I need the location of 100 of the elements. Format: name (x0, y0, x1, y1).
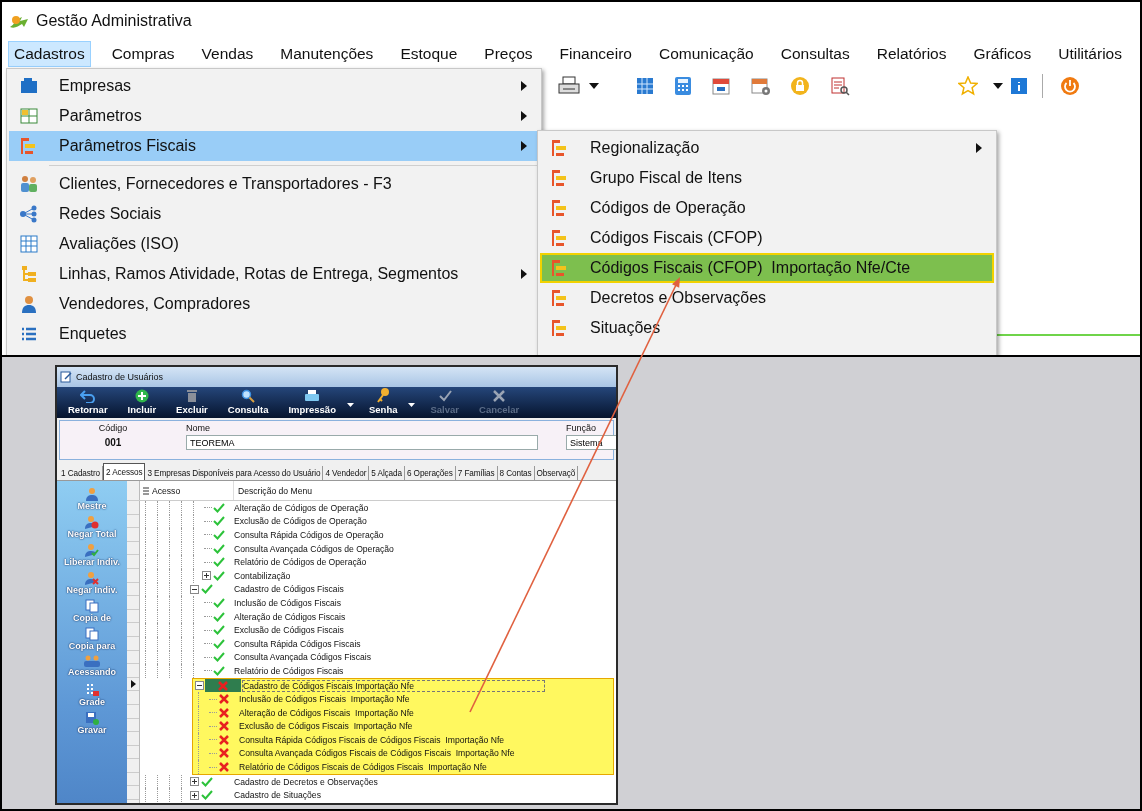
menu-description: Consulta Rápida Códigos Fiscais (234, 638, 361, 649)
cross-icon (219, 694, 229, 705)
search-icon (241, 389, 256, 403)
calendar-icon (711, 76, 731, 96)
tab[interactable]: 6 Operações (405, 466, 456, 480)
menu-description: Inclusão de Códigos Fiscais Importação Nfe (239, 694, 410, 705)
menu-bar-item[interactable]: Cadastros (8, 41, 91, 67)
caret-icon[interactable] (408, 403, 416, 407)
plus-icon (134, 389, 149, 403)
menu-item[interactable]: Avaliações (ISO) (9, 229, 539, 259)
caret-icon[interactable] (346, 403, 354, 407)
field-label: Código (98, 423, 128, 433)
person-icon (19, 294, 39, 314)
calendar-gear-icon (750, 76, 772, 96)
trash-icon (184, 389, 199, 403)
menu-description: Consulta Avançada Códigos de Operação (234, 543, 394, 554)
tab[interactable]: 7 Famílias (455, 466, 498, 480)
menu-item[interactable]: Códigos Fiscais (CFOP) Importação Nfe/Cte (540, 253, 994, 283)
window-title: Gestão Administrativa (36, 12, 192, 30)
menu-description: Cadastro de Códigos Fiscais Importação Nfe (243, 680, 544, 691)
toolbar-button[interactable]: Consulta (222, 389, 274, 415)
menu-description: Consulta Rápida Códigos Fiscais de Códigos Fiscais Importação Nfe (239, 734, 505, 745)
toolbar-button[interactable]: Incluir (122, 389, 162, 415)
menu-description: Contabilização (234, 570, 291, 581)
table-icon (19, 234, 39, 254)
group-icon (84, 655, 100, 667)
menu-item[interactable]: Parâmetros (9, 101, 539, 131)
name-field[interactable]: TEOREMA (186, 435, 538, 450)
menu-bar-item[interactable]: Utilitários (1052, 41, 1128, 67)
checkmark-icon (213, 625, 225, 636)
checkmark-icon (201, 790, 213, 801)
toolbar-button[interactable]: Impressão (283, 389, 341, 415)
menu-item[interactable]: Vendedores, Compradores (9, 289, 539, 319)
expand-icon (189, 777, 199, 787)
info-icon (1010, 77, 1028, 95)
people-icon (19, 174, 39, 194)
menu-bar-item[interactable]: Manutenções (274, 41, 380, 67)
menu-bar-item[interactable]: Consultas (774, 41, 856, 67)
cross-icon (219, 762, 229, 773)
column-header[interactable]: Descrição do Menu (234, 485, 313, 496)
toolbar-button[interactable]: Excluir (171, 389, 213, 415)
menu-item[interactable]: Códigos de Operação (540, 193, 994, 223)
current-row-icon (130, 680, 136, 688)
copy-icon (85, 599, 99, 613)
menu-item[interactable]: Decretos e Observações (540, 283, 994, 313)
person-icon (85, 487, 99, 501)
tab[interactable]: 8 Contas (497, 466, 535, 480)
caret-icon (993, 83, 1003, 89)
checkmark-icon (213, 557, 225, 568)
menu-description: Relatório de Códigos de Operação (234, 557, 367, 568)
tab[interactable]: 4 Vendedor (323, 466, 370, 480)
key-icon (376, 387, 391, 403)
checkmark-icon (213, 638, 225, 649)
menu-bar-item[interactable]: Vendas (195, 41, 260, 67)
tab[interactable]: 5 Alçada (369, 466, 405, 480)
menu-item[interactable]: Grupo Fiscal de Itens (540, 163, 994, 193)
cross-icon (492, 389, 507, 403)
menu-item[interactable]: Linhas, Ramos Atividade, Rotas de Entrega, Segmentos (9, 259, 539, 289)
menu-bar-item[interactable]: Preços (478, 41, 539, 67)
checkmark-icon (213, 611, 225, 622)
menu-item[interactable]: Códigos Fiscais (CFOP) (540, 223, 994, 253)
power-icon (1060, 76, 1080, 96)
menu-description: Alteração de Códigos de Operação (234, 502, 369, 513)
tab[interactable]: Observaçõ (534, 466, 579, 480)
grid-icon (85, 683, 99, 697)
menu-description: Relatório de Códigos Fiscais de Códigos Fiscais Importação Nfe (239, 762, 487, 773)
person-check-icon (85, 543, 99, 557)
tab[interactable]: 3 Empresas Disponíveis para Acesso do Usuário (145, 466, 324, 480)
menu-bar-item[interactable]: Gráficos (967, 41, 1038, 67)
menu-item[interactable]: Clientes, Fornecedores e Transportadores - F3 (9, 169, 539, 199)
checkmark-icon (213, 543, 225, 554)
toolbar-button[interactable]: Senha (363, 387, 403, 415)
cross-icon (219, 721, 229, 732)
menu-item[interactable]: Empresas (9, 71, 539, 101)
menu-item[interactable]: Regionalização (540, 133, 994, 163)
code-value: 001 (104, 437, 122, 448)
field-label: Função (566, 423, 598, 433)
menu-bar-item[interactable]: Estoque (394, 41, 464, 67)
expand-icon (189, 790, 199, 800)
menu-description: Cadastro de Situações (234, 790, 321, 801)
printer-icon (304, 389, 321, 403)
cross-icon (219, 707, 229, 718)
menu-item[interactable]: Redes Sociais (9, 199, 539, 229)
menu-item[interactable]: Enquetes (9, 319, 539, 349)
menu-description: Consulta Rápida Códigos de Operação (234, 530, 384, 540)
menu-bar-item[interactable]: Comunicação (652, 41, 760, 67)
tab[interactable]: 2 Acessos (103, 463, 146, 480)
menu-description: Cadastro de Códigos Fiscais (234, 584, 344, 595)
menu-bar-item[interactable]: Financeiro (553, 41, 638, 67)
menu-bar-item[interactable]: Compras (105, 41, 181, 67)
menu-description: Exclusão de Códigos de Operação (234, 516, 367, 527)
column-header[interactable]: Acesso (152, 485, 181, 496)
toolbar-button[interactable]: Retornar (63, 389, 113, 415)
menu-bar-item[interactable]: Relatórios (870, 41, 953, 67)
checkmark-icon (437, 389, 452, 403)
checkmark-icon (201, 584, 213, 595)
column-menu-icon (143, 486, 149, 495)
menu-item[interactable]: Parâmetros Fiscais (9, 131, 539, 161)
checkmark-icon (213, 665, 225, 676)
cross-icon (218, 680, 228, 691)
